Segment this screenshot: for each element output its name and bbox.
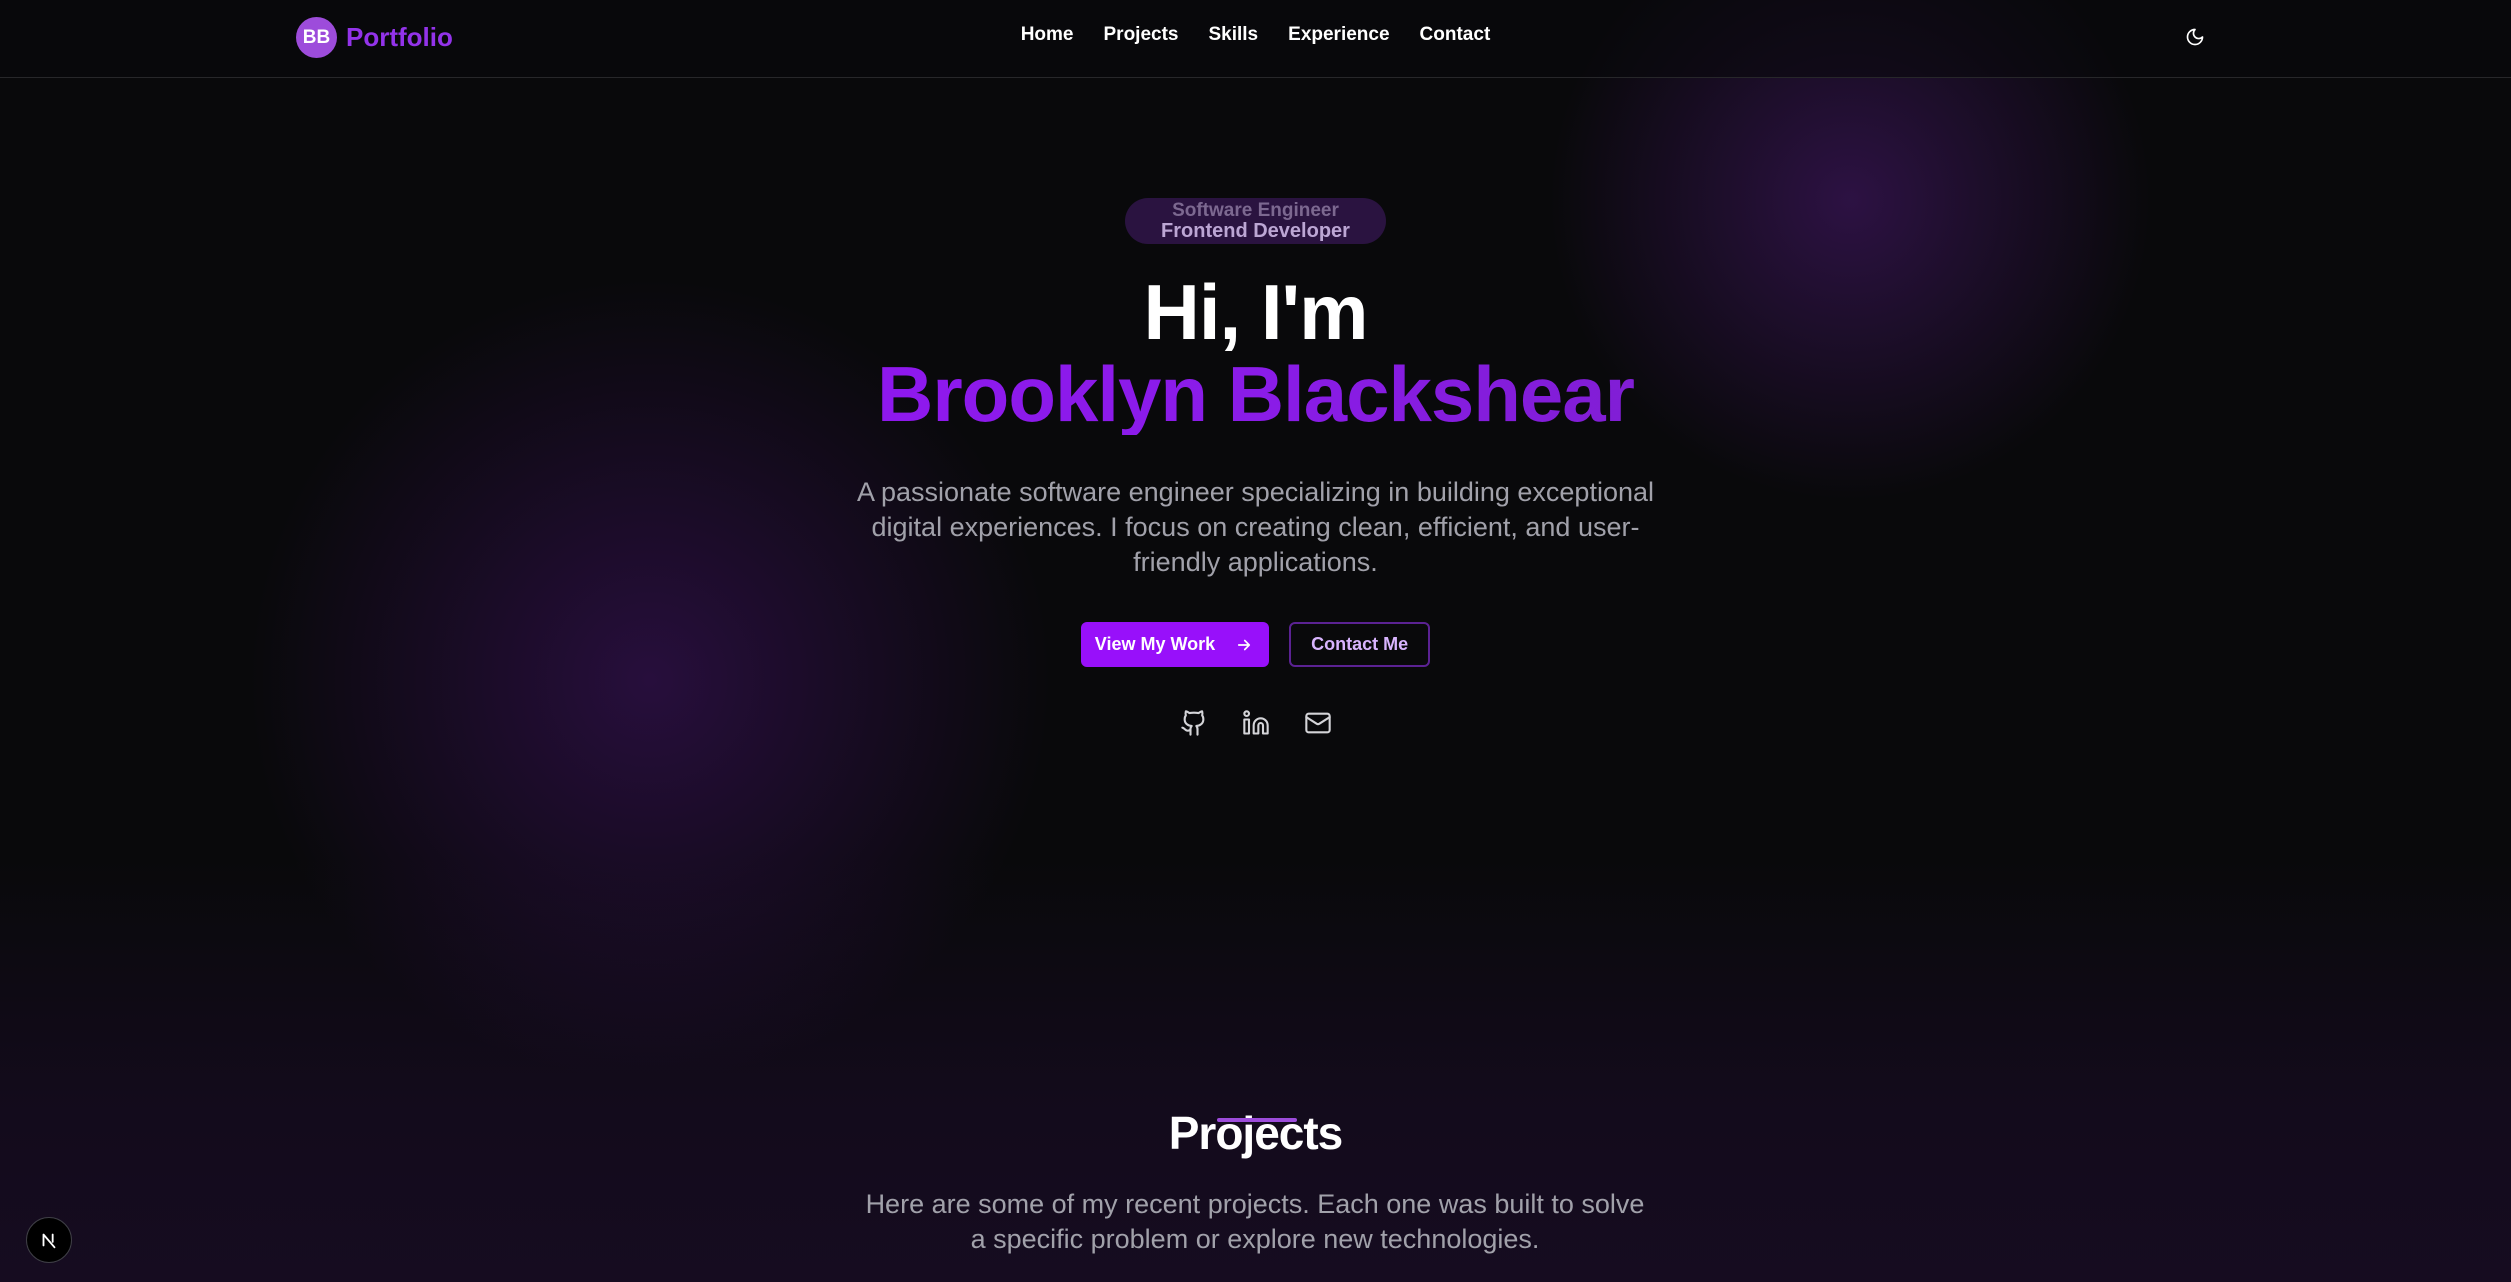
nav-links: Home Projects Skills Experience Contact	[0, 24, 2511, 46]
nav-contact[interactable]: Contact	[1420, 24, 1491, 46]
arrow-right-icon	[1238, 639, 1251, 650]
contact-me-button[interactable]: Contact Me	[1289, 622, 1431, 667]
hero-intro: A passionate software engineer specializ…	[856, 477, 1654, 577]
nav-experience[interactable]: Experience	[1288, 24, 1389, 46]
navbar: BB Portfolio Home Projects Skills Experi…	[0, 0, 2511, 78]
projects-title: Projects	[1168, 1107, 1344, 1160]
mail-icon	[1304, 712, 1331, 734]
hero-greeting: Hi, I'm	[1143, 268, 1369, 356]
nav-home[interactable]: Home	[1021, 24, 1074, 46]
cta-row: View My Work Contact Me	[0, 622, 2511, 667]
linkedin-link[interactable]	[1240, 707, 1272, 739]
nextjs-dev-badge[interactable]	[26, 1217, 72, 1263]
projects-title-underline	[1217, 1118, 1297, 1122]
view-my-work-label: View My Work	[1094, 634, 1216, 654]
hero-name: Brooklyn Blackshear	[0, 353, 2511, 435]
nav-skills[interactable]: Skills	[1208, 24, 1258, 46]
projects-description: Here are some of my recent projects. Eac…	[865, 1189, 1645, 1254]
moon-icon	[2186, 28, 2204, 46]
email-link[interactable]	[1302, 707, 1334, 739]
nextjs-icon	[42, 1233, 56, 1249]
theme-toggle-button[interactable]	[2180, 22, 2210, 52]
role-badge: Software Engineer Frontend Developer	[1125, 198, 1386, 244]
nav-projects[interactable]: Projects	[1104, 24, 1179, 46]
github-link[interactable]	[1178, 707, 1210, 739]
view-my-work-button[interactable]: View My Work	[1080, 622, 1270, 667]
social-links	[0, 707, 2511, 739]
role-text-frontend-developer: Frontend Developer	[1161, 220, 1350, 242]
hero-section: Software Engineer Frontend Developer Hi,…	[0, 198, 2511, 739]
linkedin-icon	[1242, 710, 1269, 735]
role-text-software-engineer: Software Engineer	[1172, 200, 1339, 221]
github-icon	[1180, 710, 1204, 736]
